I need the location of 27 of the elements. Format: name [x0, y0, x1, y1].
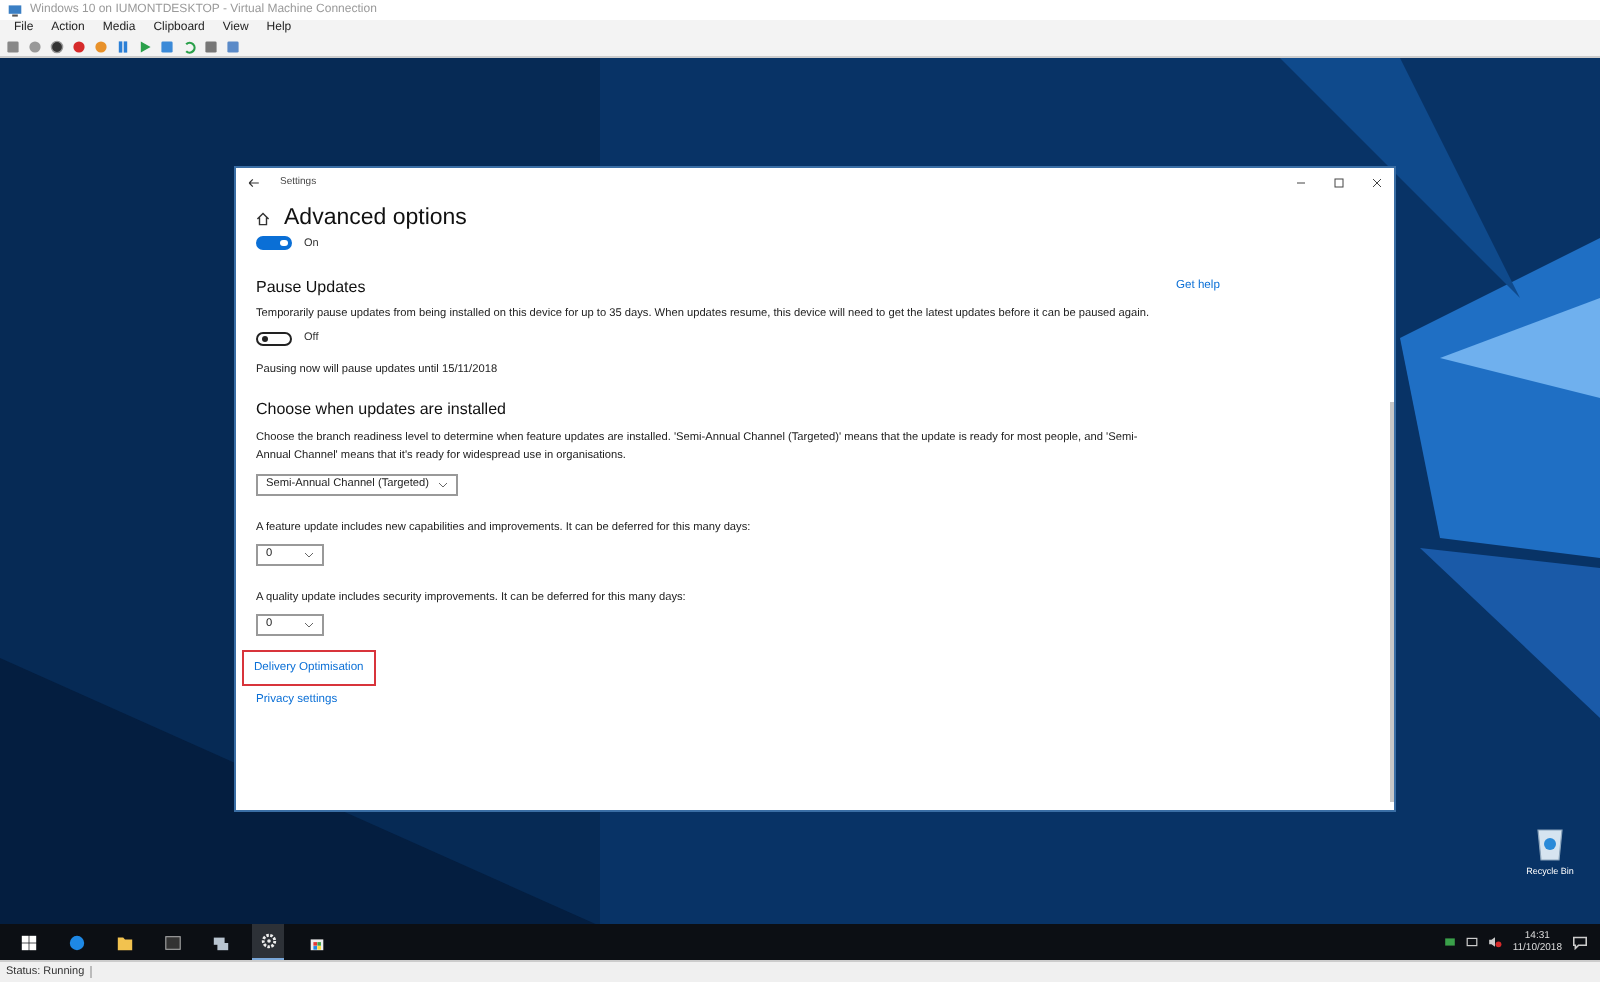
section-heading: Pause Updates — [256, 278, 368, 296]
folder-icon — [115, 933, 133, 951]
toggle-switch[interactable] — [256, 331, 292, 346]
settings-icon — [259, 932, 277, 950]
monitor-icon — [8, 3, 22, 17]
back-icon[interactable] — [248, 177, 260, 187]
page-heading: Advanced options — [284, 206, 467, 230]
chevron-icon — [438, 481, 449, 488]
volume-muted-icon[interactable] — [1488, 936, 1503, 948]
close-icon[interactable] — [1372, 177, 1382, 187]
minimize-icon[interactable] — [1296, 177, 1306, 187]
section-heading: Choose when updates are installed — [256, 399, 508, 418]
toggle-switch[interactable] — [256, 236, 292, 250]
chevron-icon — [304, 621, 315, 628]
recycle-bin-icon[interactable] — [1534, 826, 1566, 862]
browser-icon — [67, 933, 85, 951]
home-icon[interactable] — [256, 211, 270, 225]
maximize-icon[interactable] — [1334, 177, 1344, 187]
pause-icon[interactable] — [116, 39, 130, 53]
store-icon — [307, 933, 325, 951]
notification-icon[interactable] — [1572, 935, 1588, 949]
stop-icon[interactable] — [50, 39, 64, 53]
taskbar-button[interactable] — [252, 924, 284, 960]
terminal-icon — [163, 933, 181, 951]
start-icon — [19, 933, 37, 951]
display-icon[interactable] — [1466, 936, 1479, 948]
chevron-icon — [304, 551, 315, 558]
